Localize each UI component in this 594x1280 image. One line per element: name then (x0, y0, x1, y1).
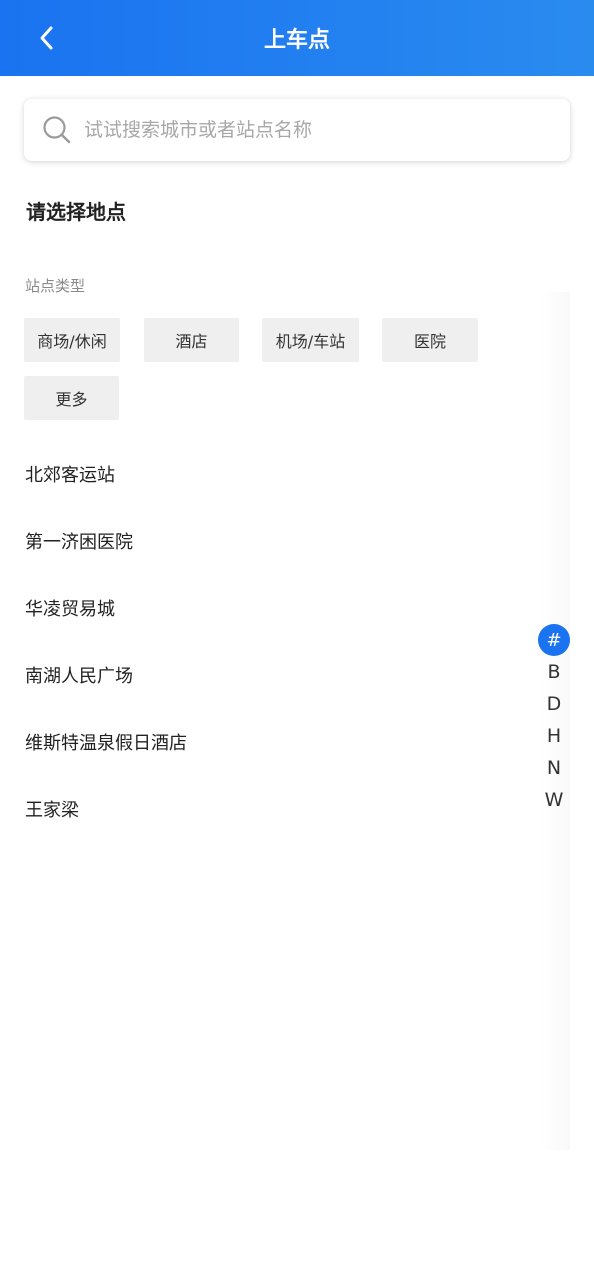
back-button[interactable] (30, 20, 62, 56)
list-item[interactable]: 华凌贸易城 (25, 574, 525, 641)
index-letter-b[interactable]: B (538, 656, 570, 688)
list-item[interactable]: 王家梁 (25, 775, 525, 842)
index-letter-n[interactable]: N (538, 752, 570, 784)
chip-hospital[interactable]: 医院 (382, 318, 478, 362)
index-letter-h[interactable]: H (538, 720, 570, 752)
station-list: 北郊客运站 第一济困医院 华凌贸易城 南湖人民广场 维斯特温泉假日酒店 王家梁 (25, 440, 525, 842)
alphabet-index-bar: # B D H N W (538, 624, 570, 816)
list-item[interactable]: 第一济困医院 (25, 507, 525, 574)
index-letter-w[interactable]: W (538, 784, 570, 816)
list-item[interactable]: 维斯特温泉假日酒店 (25, 708, 525, 775)
index-letter-hash[interactable]: # (538, 624, 570, 656)
page-title: 上车点 (263, 28, 330, 53)
search-box[interactable] (24, 99, 570, 161)
list-item[interactable]: 南湖人民广场 (25, 641, 525, 708)
header-bar: 上车点 (0, 0, 594, 76)
chevron-left-icon (40, 26, 53, 50)
chip-airport-station[interactable]: 机场/车站 (262, 318, 359, 362)
index-letter-d[interactable]: D (538, 688, 570, 720)
search-input[interactable] (82, 109, 570, 151)
chip-hotel[interactable]: 酒店 (144, 318, 239, 362)
chip-more[interactable]: 更多 (24, 376, 119, 420)
chip-mall-leisure[interactable]: 商场/休闲 (24, 318, 120, 362)
section-title: 请选择地点 (26, 200, 126, 224)
search-icon (42, 115, 72, 145)
station-type-label: 站点类型 (25, 277, 86, 295)
list-item[interactable]: 北郊客运站 (25, 440, 525, 507)
